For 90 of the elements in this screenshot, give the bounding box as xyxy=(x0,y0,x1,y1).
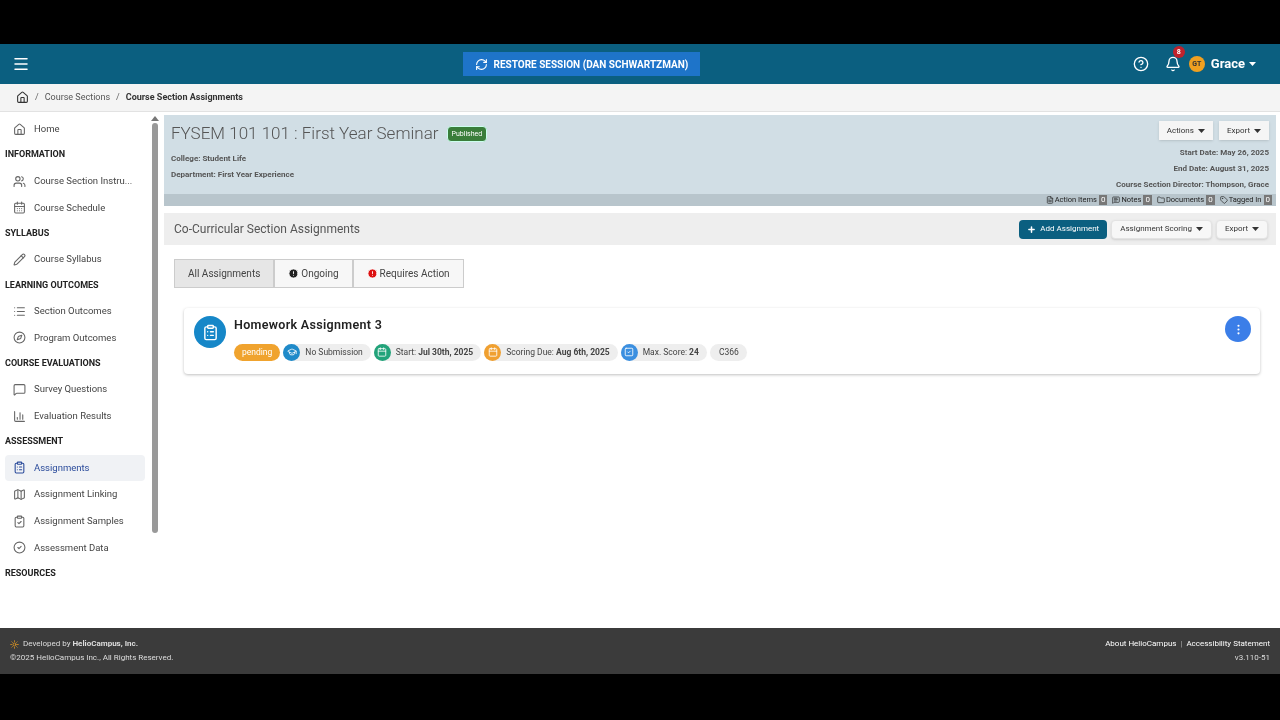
dropdown-button[interactable]: Export xyxy=(1218,121,1269,140)
caret-icon xyxy=(1195,227,1203,231)
filter-tab[interactable]: All Assignments xyxy=(174,259,275,288)
filter-tab[interactable]: Ongoing xyxy=(274,259,353,288)
course-title: FYSEM 101 101 : First Year Seminar xyxy=(171,122,439,145)
sidebar-item[interactable]: Home xyxy=(5,116,145,143)
dropdown-button[interactable]: Actions xyxy=(1158,121,1213,140)
count-badge: 0 xyxy=(1263,195,1272,205)
sidebar-item[interactable]: Assignment Samples xyxy=(5,507,145,535)
info-chip: No Submission xyxy=(283,343,371,361)
breadcrumb-separator: / xyxy=(116,90,120,104)
department-text: Department: First Year Experience xyxy=(171,168,295,181)
scrollbar-thumb[interactable] xyxy=(152,123,158,533)
filter-tab[interactable]: Requires Action xyxy=(352,259,464,288)
breadcrumb-link[interactable]: Course Sections xyxy=(44,90,111,105)
link-separator: | xyxy=(1180,638,1183,650)
sidebar-icon xyxy=(13,488,26,502)
restore-session-button[interactable]: RESTORE SESSION (DAN SCHWARTZMAN) xyxy=(462,52,701,76)
sidebar-icon xyxy=(13,409,26,423)
plus-icon xyxy=(1027,224,1037,234)
counter-icon xyxy=(1112,196,1121,204)
sidebar-item[interactable]: Section Outcomes xyxy=(5,297,145,325)
sidebar-icon xyxy=(13,304,26,318)
start-date-text: Start Date: May 26, 2025 xyxy=(1179,147,1269,159)
sidebar-icon xyxy=(13,122,26,136)
status-chip: pending xyxy=(234,343,281,361)
info-chip: C366 xyxy=(709,343,747,361)
sidebar-item[interactable]: Evaluation Results xyxy=(5,402,145,430)
sidebar-icon xyxy=(13,331,26,345)
assignment-title[interactable]: Homework Assignment 3 xyxy=(234,316,747,335)
count-badge: 0 xyxy=(1143,195,1152,205)
sidebar-icon xyxy=(13,174,26,188)
sidebar-item[interactable]: Course Schedule xyxy=(5,194,145,222)
sidebar-item[interactable]: Program Outcomes xyxy=(5,324,145,352)
caret-icon xyxy=(1252,227,1259,231)
info-chip: Start: Jul 30th, 2025 xyxy=(373,343,482,361)
more-options-button[interactable] xyxy=(1225,316,1251,342)
info-icon xyxy=(288,268,300,279)
count-badge: 0 xyxy=(1098,195,1108,205)
developer-credit: Developed by HelioCampus, Inc. xyxy=(23,638,138,650)
count-badge: 0 xyxy=(1206,195,1215,205)
sidebar-heading: ASSESSMENT xyxy=(4,435,65,449)
sidebar-icon xyxy=(13,201,26,215)
section-title: Co-Curricular Section Assignments xyxy=(174,221,361,238)
director-text: Course Section Director: Thompson, Grace xyxy=(1115,179,1269,191)
sidebar-heading: INFORMATION xyxy=(4,148,67,162)
bell-icon[interactable] xyxy=(1164,56,1181,72)
info-chip: Scoring Due: Aug 6th, 2025 xyxy=(484,343,618,361)
sidebar-item[interactable]: Assignment Linking xyxy=(5,481,145,508)
caret-icon xyxy=(1249,62,1256,66)
sidebar-heading: SYLLABUS xyxy=(4,226,51,240)
scroll-up-arrow-icon[interactable] xyxy=(151,116,159,121)
breadcrumb-link[interactable]: Course Section Assignments xyxy=(125,90,243,105)
info-chip: Max. Score: 24 xyxy=(620,343,707,361)
add-assignment-button[interactable]: Add Assignment xyxy=(1019,219,1108,239)
help-icon[interactable] xyxy=(1132,56,1149,72)
sidebar-item[interactable]: Assignments xyxy=(5,454,145,482)
refresh-icon xyxy=(474,57,488,71)
counter-icon xyxy=(1045,196,1054,204)
user-menu-button[interactable]: Grace xyxy=(1210,54,1268,74)
sidebar-item[interactable]: Course Syllabus xyxy=(5,246,145,273)
college-text: College: Student Life xyxy=(171,152,248,165)
sidebar-icon xyxy=(13,541,26,555)
copyright-text: ©2025 HelioCampus Inc., All Rights Reserved. xyxy=(10,652,174,664)
alert-icon xyxy=(366,268,378,279)
sidebar-heading: RESOURCES xyxy=(4,567,57,580)
sidebar-icon xyxy=(13,461,26,475)
counter-icon xyxy=(1156,196,1165,204)
footer-link[interactable]: Accessibility Statement xyxy=(1186,638,1270,650)
counter-icon xyxy=(1219,196,1228,204)
sidebar-icon xyxy=(13,514,26,528)
sidebar-item[interactable]: Course Section Instru... xyxy=(5,167,145,195)
sidebar-heading: LEARNING OUTCOMES xyxy=(4,278,100,292)
menu-icon[interactable] xyxy=(12,55,30,73)
sun-icon xyxy=(10,639,19,649)
dropdown-button[interactable]: Export xyxy=(1215,219,1268,239)
caret-icon xyxy=(1197,128,1205,133)
sidebar-item[interactable]: Assessment Data xyxy=(5,534,145,562)
end-date-text: End Date: August 31, 2025 xyxy=(1173,163,1269,175)
sidebar-heading: COURSE EVALUATIONS xyxy=(4,356,102,370)
version-text: v3.110-51 xyxy=(1234,652,1270,664)
clipboard-icon xyxy=(194,316,226,348)
sidebar-icon xyxy=(13,382,26,396)
caret-icon xyxy=(1254,128,1261,133)
dropdown-button[interactable]: Assignment Scoring xyxy=(1111,219,1212,239)
sidebar-icon xyxy=(13,252,26,266)
breadcrumb-separator: / xyxy=(35,90,39,104)
footer-link[interactable]: About HelioCampus xyxy=(1105,638,1177,650)
home-icon[interactable] xyxy=(16,91,29,104)
sidebar-item[interactable]: Survey Questions xyxy=(5,376,145,403)
